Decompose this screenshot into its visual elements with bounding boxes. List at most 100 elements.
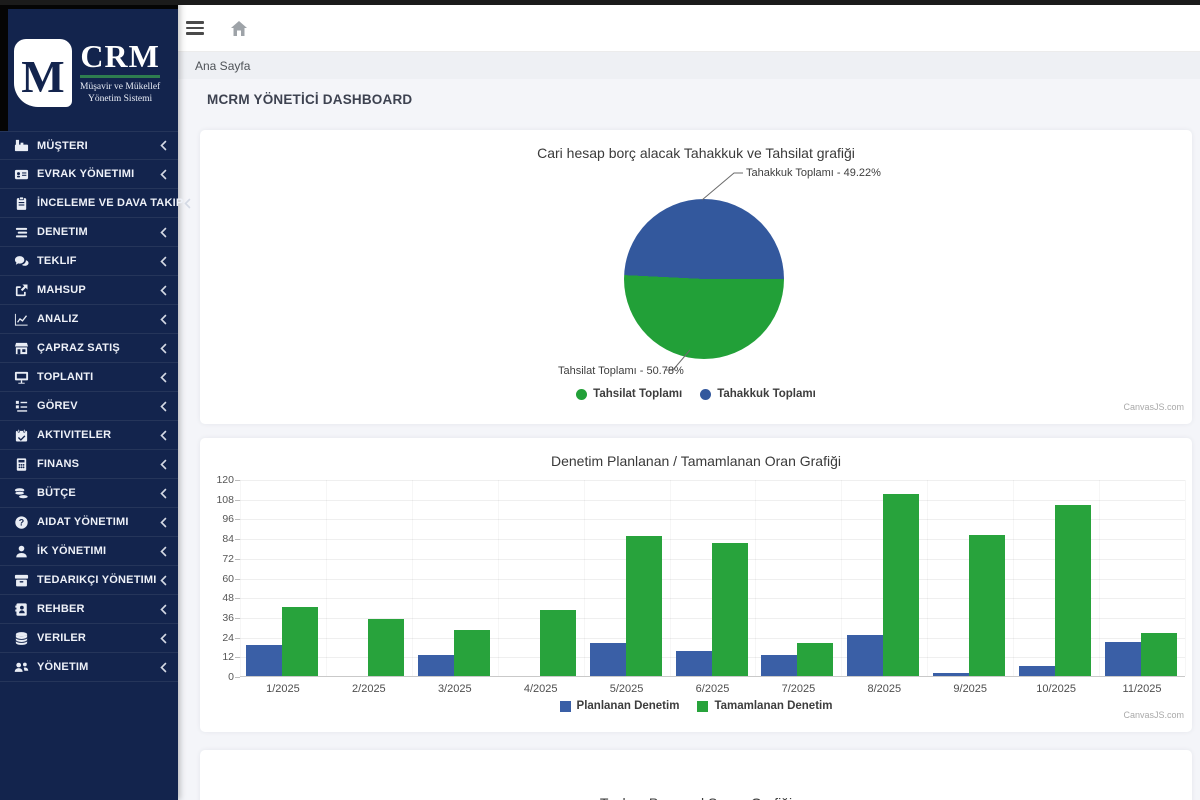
sidebar-item-id-card[interactable]: EVRAK YÖNETIMI	[0, 160, 178, 189]
sidebar-item-label: BÜTÇE	[37, 487, 76, 499]
canvasjs-watermark[interactable]: CanvasJS.com	[1123, 710, 1184, 720]
tasks-icon	[13, 398, 29, 414]
page-title: MCRM YÖNETİCİ DASHBOARD	[207, 92, 1200, 107]
chevron-left-icon	[159, 430, 168, 441]
pie-legend: Tahsilat Toplamı Tahakkuk Toplamı	[200, 388, 1192, 400]
chevron-left-icon	[159, 343, 168, 354]
gridline	[412, 480, 413, 676]
gridline	[584, 480, 585, 676]
legend-dot-icon	[576, 389, 587, 400]
sidebar-item-clipboard[interactable]: İNCELEME VE DAVA TAKIP	[0, 189, 178, 218]
legend-square-icon	[560, 701, 571, 712]
sidebar-item-address-book[interactable]: REHBER	[0, 595, 178, 624]
sidebar-item-label: İK YÖNETIMI	[37, 545, 106, 557]
sidebar-item-calculator[interactable]: FINANS	[0, 450, 178, 479]
home-icon[interactable]	[230, 20, 248, 37]
chevron-left-icon	[159, 604, 168, 615]
y-tick-label: 84	[202, 533, 234, 545]
sidebar-item-label: AKTIVITELER	[37, 429, 111, 441]
menu-icon[interactable]	[186, 15, 212, 41]
chevron-left-icon	[159, 633, 168, 644]
bar-tamamlanan-10/2025	[1055, 505, 1091, 676]
sidebar-item-industry[interactable]: MÜŞTERI	[0, 131, 178, 160]
gridline	[1185, 480, 1186, 676]
archive-icon	[13, 572, 29, 588]
sidebar-item-label: ANALIZ	[37, 313, 79, 325]
sidebar-item-comments[interactable]: TEKLIF	[0, 247, 178, 276]
sidebar-item-question-circle[interactable]: ? AIDAT YÖNETIMI	[0, 508, 178, 537]
y-tick-label: 120	[202, 474, 234, 486]
sidebar-menu: MÜŞTERI EVRAK YÖNETIMIİNCELEME VE DAVA TA…	[0, 131, 178, 682]
sidebar: M CRM Müşavir ve Mükellef Yönetim Sistem…	[0, 0, 178, 800]
sidebar-item-external-link[interactable]: MAHSUP	[0, 276, 178, 305]
sidebar-item-chart-line[interactable]: ANALIZ	[0, 305, 178, 334]
legend-label: Tamamlanan Denetim	[714, 700, 832, 712]
gridline	[1099, 480, 1100, 676]
bar-tamamlanan-3/2025	[454, 630, 490, 676]
sidebar-item-label: MÜŞTERI	[37, 140, 88, 152]
canvasjs-watermark[interactable]: CanvasJS.com	[1123, 402, 1184, 412]
sidebar-item-label: DENETIM	[37, 226, 88, 238]
x-tick-label: 9/2025	[927, 683, 1013, 695]
bar-tamamlanan-5/2025	[626, 536, 662, 676]
bar-tamamlanan-2/2025	[368, 619, 404, 676]
y-tick-label: 108	[202, 494, 234, 506]
sidebar-item-label: TEKLIF	[37, 255, 77, 267]
sidebar-item-database[interactable]: VERILER	[0, 624, 178, 653]
legend-square-icon	[697, 701, 708, 712]
bar-planlanan-8/2025	[847, 635, 883, 676]
y-tick-label: 36	[202, 612, 234, 624]
gridline	[240, 500, 1185, 501]
calculator-icon	[13, 456, 29, 472]
bar-tamamlanan-7/2025	[797, 643, 833, 676]
x-tick-label: 6/2025	[670, 683, 756, 695]
sidebar-item-coins[interactable]: BÜTÇE	[0, 479, 178, 508]
legend-dot-icon	[700, 389, 711, 400]
x-tick-label: 1/2025	[240, 683, 326, 695]
pie-legend-item[interactable]: Tahakkuk Toplamı	[700, 388, 816, 400]
personnel-chart-title: Toplam Personel Sayısı Grafiği	[200, 795, 1192, 800]
question-circle-icon: ?	[13, 514, 29, 530]
sidebar-item-label: AIDAT YÖNETIMI	[37, 516, 129, 528]
gridline	[498, 480, 499, 676]
pie-legend-item[interactable]: Tahsilat Toplamı	[576, 388, 682, 400]
legend-label: Tahakkuk Toplamı	[717, 388, 816, 400]
bar-chart-plot	[240, 480, 1185, 677]
bar-planlanan-6/2025	[676, 651, 712, 676]
sidebar-item-stream[interactable]: DENETIM	[0, 218, 178, 247]
bar-tamamlanan-11/2025	[1141, 633, 1177, 676]
sidebar-item-user[interactable]: İK YÖNETIMI	[0, 537, 178, 566]
bar-tamamlanan-9/2025	[969, 535, 1005, 676]
sidebar-item-chalkboard[interactable]: TOPLANTI	[0, 363, 178, 392]
chevron-left-icon	[159, 488, 168, 499]
external-link-icon	[13, 282, 29, 298]
y-tick-label: 48	[202, 592, 234, 604]
industry-icon	[13, 138, 29, 154]
pie-callout-tahsilat: Tahsilat Toplamı - 50.78%	[558, 365, 684, 377]
sidebar-item-store[interactable]: ÇAPRAZ SATIŞ	[0, 334, 178, 363]
x-tick-label: 3/2025	[412, 683, 498, 695]
logo-block[interactable]: M CRM Müşavir ve Mükellef Yönetim Sistem…	[0, 0, 178, 131]
sidebar-item-tasks[interactable]: GÖREV	[0, 392, 178, 421]
y-tick-mark	[235, 677, 240, 678]
chevron-left-icon	[159, 140, 168, 151]
sidebar-item-users[interactable]: YÖNETIM	[0, 653, 178, 682]
x-tick-label: 7/2025	[755, 683, 841, 695]
users-icon	[13, 659, 29, 675]
sidebar-item-calendar-check[interactable]: AKTIVITELER	[0, 421, 178, 450]
gridline	[927, 480, 928, 676]
bar-legend-item[interactable]: Tamamlanan Denetim	[697, 700, 832, 712]
sidebar-item-label: YÖNETIM	[37, 661, 89, 673]
sidebar-item-archive[interactable]: TEDARIKÇI YÖNETIMI	[0, 566, 178, 595]
breadcrumb[interactable]: Ana Sayfa	[195, 59, 250, 73]
sidebar-item-label: TOPLANTI	[37, 371, 93, 383]
logo-monogram: M	[21, 54, 64, 100]
pie-chart-title: Cari hesap borç alacak Tahakkuk ve Tahsi…	[200, 145, 1192, 161]
gridline	[326, 480, 327, 676]
main-area: Ana Sayfa MCRM YÖNETİCİ DASHBOARD Cari h…	[178, 5, 1200, 800]
coins-icon	[13, 485, 29, 501]
bar-legend: Planlanan Denetim Tamamlanan Denetim	[200, 700, 1192, 712]
bar-legend-item[interactable]: Planlanan Denetim	[560, 700, 680, 712]
sidebar-item-label: VERILER	[37, 632, 86, 644]
gridline	[1013, 480, 1014, 676]
